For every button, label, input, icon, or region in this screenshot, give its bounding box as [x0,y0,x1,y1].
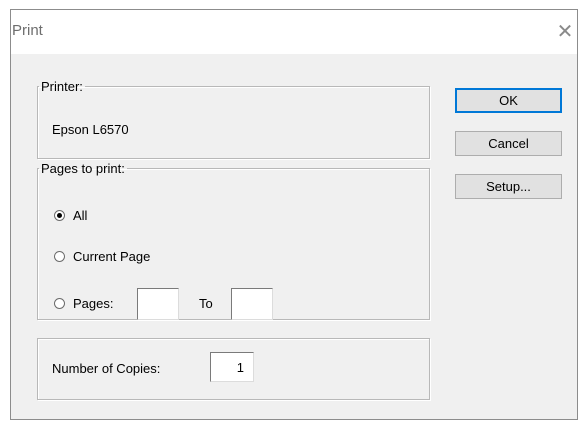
printer-group: Printer: Epson L6570 [37,79,430,159]
radio-all[interactable]: All [54,206,87,224]
pages-from-input[interactable] [137,288,179,320]
radio-current-page-label: Current Page [73,248,151,264]
setup-button[interactable]: Setup... [455,174,562,199]
printer-legend: Printer: [41,79,83,94]
print-dialog: Print ✕ Printer: Epson L6570 Pages to pr… [10,9,578,420]
pages-to-print-legend: Pages to print: [41,161,125,176]
pages-to-print-group: Pages to print: All Current Page Pages: … [37,161,430,320]
radio-pages-label: Pages: [73,295,114,311]
printer-name: Epson L6570 [52,122,129,137]
window-title: Print [12,22,43,39]
close-icon[interactable]: ✕ [553,22,577,42]
cancel-button[interactable]: Cancel [455,131,562,156]
number-of-copies-input[interactable] [210,352,254,382]
ok-button[interactable]: OK [455,88,562,113]
number-of-copies-label: Number of Copies: [52,361,161,376]
pages-to-label: To [199,296,213,311]
radio-current-page[interactable]: Current Page [54,247,150,265]
radio-selected-icon [54,209,65,221]
radio-pages[interactable]: Pages: [54,294,113,312]
radio-unselected-icon [54,297,65,309]
radio-unselected-icon [54,250,65,262]
title-bar: Print ✕ [11,10,577,54]
pages-to-input[interactable] [231,288,273,320]
copies-group: Number of Copies: [37,338,430,400]
radio-all-label: All [73,207,88,223]
